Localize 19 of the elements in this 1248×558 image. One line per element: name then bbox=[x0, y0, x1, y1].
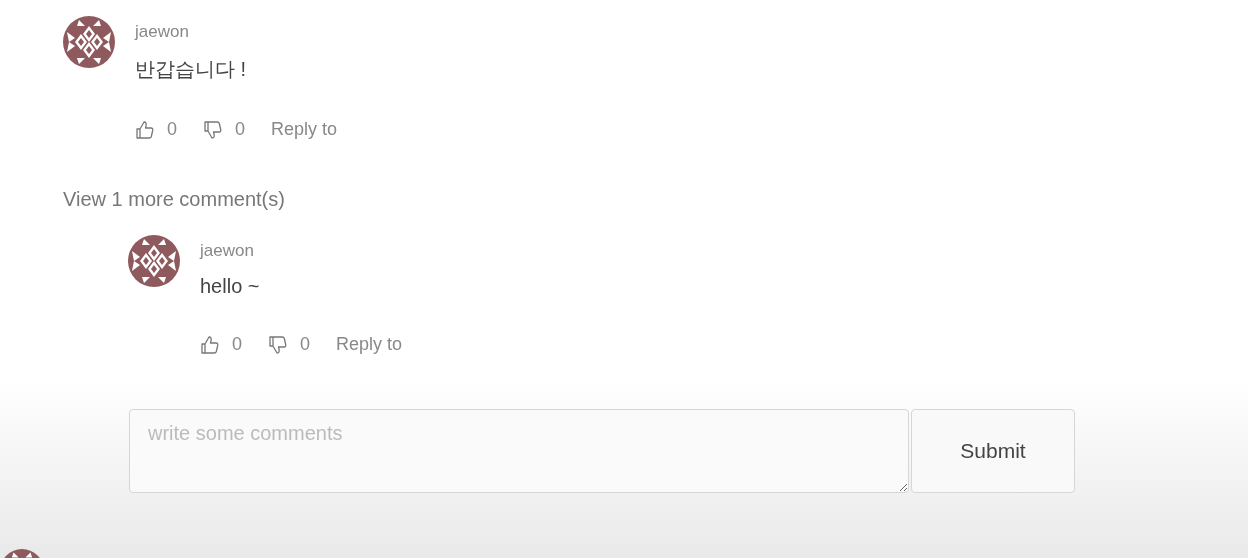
comment-text: 반갑습니다 ! bbox=[135, 57, 248, 82]
like-count: 0 bbox=[232, 334, 242, 355]
reply-button[interactable]: Reply to bbox=[271, 119, 338, 140]
comment-text: hello ~ bbox=[200, 275, 261, 298]
thumbs-down-icon[interactable] bbox=[268, 334, 288, 355]
thumbs-down-icon[interactable] bbox=[203, 119, 223, 140]
author-name: jaewon bbox=[135, 22, 190, 42]
avatar-icon bbox=[128, 235, 180, 287]
dislike-count: 0 bbox=[235, 119, 246, 140]
comment-input[interactable]: write some comments bbox=[129, 409, 909, 493]
thumbs-up-icon[interactable] bbox=[135, 119, 155, 140]
author-name: jaewon bbox=[200, 241, 255, 261]
avatar-icon bbox=[63, 16, 115, 68]
submit-button[interactable]: Submit bbox=[911, 409, 1075, 493]
like-count: 0 bbox=[167, 119, 177, 140]
reply-button[interactable]: Reply to bbox=[336, 334, 403, 355]
view-more-link[interactable]: View 1 more comment(s) bbox=[63, 188, 285, 211]
dislike-count: 0 bbox=[300, 334, 311, 355]
thumbs-up-icon[interactable] bbox=[200, 334, 220, 355]
